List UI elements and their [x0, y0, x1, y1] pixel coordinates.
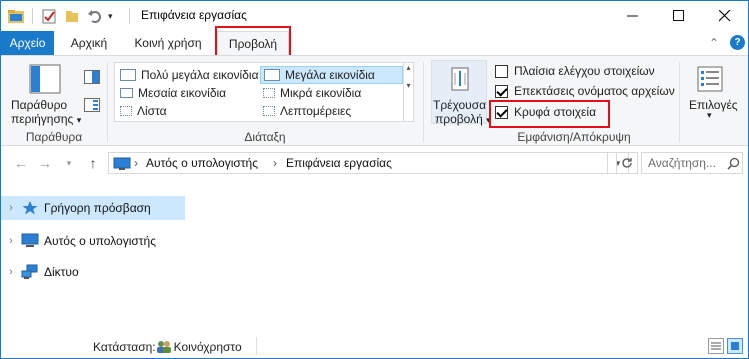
breadcrumb-separator-icon[interactable]: ›	[134, 156, 138, 170]
file-extensions-label[interactable]: Επεκτάσεις ονόματος αρχείων	[514, 84, 675, 98]
layout-small-icons[interactable]: Μικρά εικονίδια	[260, 84, 403, 102]
address-bar[interactable]: › Αυτός ο υπολογιστής › Επιφάνεια εργασί…	[108, 152, 608, 174]
expand-chevron-right-icon[interactable]: ›	[1, 266, 21, 278]
tab-share[interactable]: Κοινή χρήση	[125, 31, 211, 55]
tree-item-label: Γρήγορη πρόσβαση	[44, 201, 151, 215]
extra-large-icons-icon	[120, 69, 136, 81]
status-text: Κατάσταση: Κοινόχρηστο	[93, 340, 242, 357]
expand-chevron-right-icon[interactable]: ›	[1, 202, 21, 214]
layout-scroll-buttons[interactable]: ▴ ▾	[403, 63, 413, 121]
group-label-panes: Παράθυρα	[25, 130, 83, 144]
preview-pane-icon[interactable]	[84, 70, 100, 87]
close-button[interactable]	[702, 1, 748, 31]
back-arrow-icon[interactable]: ←	[11, 153, 31, 173]
ribbon-tab-bar: Αρχείο Αρχική Κοινή χρήση Προβολή ⌃ ?	[1, 26, 748, 57]
properties-icon[interactable]	[41, 6, 57, 26]
tree-item-network[interactable]: › Δίκτυο	[1, 260, 185, 284]
list-icon	[120, 106, 132, 116]
recent-locations-chevron-down-icon[interactable]: ▾	[59, 153, 79, 173]
new-folder-icon[interactable]	[64, 6, 80, 26]
layout-large-icons[interactable]: Μεγάλα εικονίδια	[260, 66, 403, 84]
options-label[interactable]: Επιλογές	[689, 98, 738, 112]
explorer-window: ▾ Επιφάνεια εργασίας Αρχείο Αρχική Κοινή…	[0, 0, 749, 359]
status-divider	[256, 337, 257, 355]
navigation-pane-label[interactable]: Παράθυρο	[11, 98, 67, 112]
navigation-pane: › Γρήγορη πρόσβαση › Αυτός ο υπολογιστής…	[1, 187, 187, 327]
window-title: Επιφάνεια εργασίας	[141, 8, 247, 22]
computer-icon	[21, 233, 39, 249]
minimize-button[interactable]	[610, 1, 656, 31]
star-icon	[21, 200, 39, 216]
hidden-items-checkbox[interactable]	[495, 106, 508, 119]
tab-view[interactable]: Προβολή	[217, 31, 289, 56]
expand-chevron-right-icon[interactable]: ›	[1, 235, 21, 247]
item-checkboxes-checkbox[interactable]	[495, 65, 508, 78]
forward-arrow-icon[interactable]: →	[35, 153, 55, 173]
layout-list[interactable]: Λίστα	[117, 102, 260, 120]
help-icon[interactable]: ?	[730, 35, 745, 50]
breadcrumb-separator-icon[interactable]: ›	[273, 156, 277, 170]
current-view-label: Τρέχουσα	[433, 98, 487, 112]
layout-extra-large-icons[interactable]: Πολύ μεγάλα εικονίδια	[117, 66, 260, 84]
details-pane-icon[interactable]	[84, 98, 100, 115]
navigation-pane-icon[interactable]	[29, 64, 61, 97]
layout-gallery: Πολύ μεγάλα εικονίδια Μεγάλα εικονίδια Μ…	[114, 62, 414, 122]
details-view-icon[interactable]	[708, 338, 724, 354]
customize-toolbar-chevron-down-icon[interactable]: ▾	[108, 6, 113, 26]
file-list-area[interactable]	[189, 187, 747, 333]
up-arrow-icon[interactable]: ↑	[83, 153, 103, 173]
tree-item-label: Αυτός ο υπολογιστής	[44, 234, 156, 248]
current-view-button[interactable]: Τρέχουσα προβολή ▾	[431, 60, 491, 126]
tree-item-this-pc[interactable]: › Αυτός ο υπολογιστής	[1, 229, 185, 253]
layout-medium-icons[interactable]: Μεσαία εικονίδια	[117, 84, 260, 102]
group-label-layout: Διάταξη	[244, 130, 286, 144]
folder-icon[interactable]	[7, 6, 25, 26]
details-icon	[263, 106, 275, 116]
group-label-show-hide: Εμφάνιση/Απόκρυψη	[517, 130, 631, 144]
options-chevron-down-icon[interactable]: ▾	[707, 110, 712, 121]
large-icons-view-icon[interactable]	[727, 338, 743, 354]
small-icons-icon	[263, 88, 275, 98]
current-view-label-2: προβολή ▾	[435, 112, 491, 126]
large-icons-icon	[264, 69, 280, 81]
undo-icon[interactable]	[87, 6, 103, 26]
computer-icon	[113, 157, 131, 174]
options-icon[interactable]	[697, 66, 723, 95]
hidden-items-label[interactable]: Κρυφά στοιχεία	[514, 105, 596, 119]
item-checkboxes-label[interactable]: Πλαίσια ελέγχου στοιχείων	[514, 64, 655, 78]
title-bar: ▾ Επιφάνεια εργασίας	[1, 1, 748, 31]
layout-details[interactable]: Λεπτομέρειες	[260, 102, 403, 120]
medium-icons-icon	[120, 88, 133, 98]
address-row: ← → ▾ ↑ › Αυτός ο υπολογιστής › Επιφάνει…	[1, 147, 748, 179]
current-view-icon	[450, 67, 470, 94]
network-icon	[21, 264, 39, 280]
tab-file[interactable]: Αρχείο	[1, 31, 54, 55]
collapse-ribbon-chevron-up-icon[interactable]: ⌃	[709, 36, 719, 50]
breadcrumb-desktop[interactable]: Επιφάνεια εργασίας	[286, 156, 392, 170]
tree-item-quick-access[interactable]: › Γρήγορη πρόσβαση	[1, 196, 185, 220]
tree-item-label: Δίκτυο	[44, 265, 79, 279]
tab-home[interactable]: Αρχική	[59, 31, 119, 55]
navigation-pane-label-2[interactable]: περιήγησης ▾	[11, 112, 81, 126]
shared-users-icon	[156, 340, 174, 357]
ribbon-view: Παράθυρο περιήγησης ▾ Παράθυρα Πολύ μεγά…	[1, 55, 748, 146]
file-extensions-checkbox[interactable]	[495, 85, 508, 98]
search-icon[interactable]	[727, 157, 740, 173]
status-bar: Κατάσταση: Κοινόχρηστο	[1, 334, 748, 358]
refresh-icon[interactable]	[616, 152, 638, 174]
breadcrumb-this-pc[interactable]: Αυτός ο υπολογιστής	[146, 156, 258, 170]
maximize-button[interactable]	[656, 1, 702, 31]
